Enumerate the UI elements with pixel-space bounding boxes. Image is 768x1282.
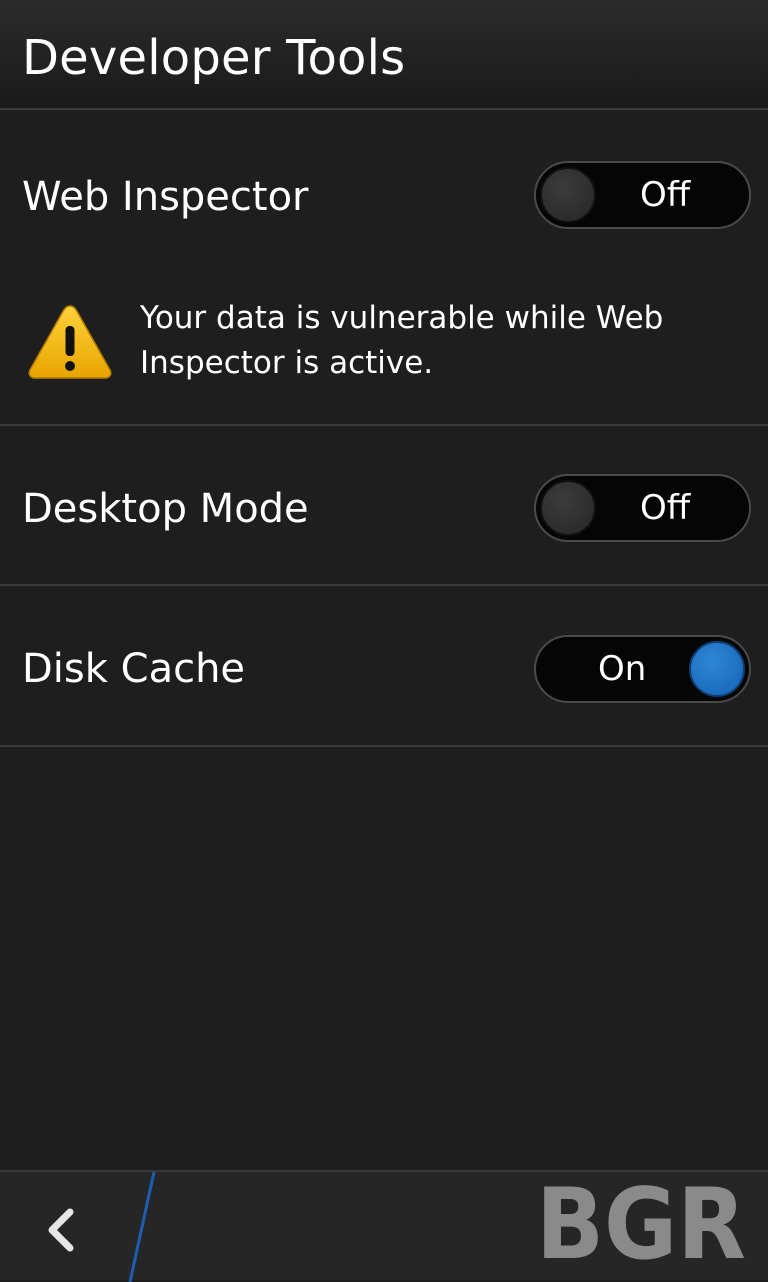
bgr-watermark-logo: BGR xyxy=(536,1176,746,1262)
setting-label-desktop-mode: Desktop Mode xyxy=(22,486,309,532)
toggle-state-label: On xyxy=(598,649,647,689)
toggle-knob xyxy=(689,641,745,697)
chevron-left-icon xyxy=(48,1208,74,1252)
web-inspector-toggle[interactable]: Off xyxy=(534,161,751,229)
desktop-mode-toggle[interactable]: Off xyxy=(534,474,751,542)
setting-label-web-inspector: Web Inspector xyxy=(22,174,309,220)
toggle-state-label: Off xyxy=(640,175,691,215)
disk-cache-toggle[interactable]: On xyxy=(534,635,751,703)
toggle-state-label: Off xyxy=(640,488,691,528)
setting-label-disk-cache: Disk Cache xyxy=(22,646,246,692)
toggle-knob xyxy=(540,167,596,223)
action-bar-separator xyxy=(128,1172,156,1282)
svg-text:BGR: BGR xyxy=(536,1176,746,1262)
title-bar: Developer Tools xyxy=(0,0,768,110)
divider xyxy=(0,745,768,747)
toggle-knob xyxy=(540,480,596,536)
back-button[interactable] xyxy=(0,1172,130,1280)
warning-message: Your data is vulnerable while Web Inspec… xyxy=(140,300,664,381)
warning-triangle-icon xyxy=(28,305,112,379)
page-title: Developer Tools xyxy=(22,30,406,86)
